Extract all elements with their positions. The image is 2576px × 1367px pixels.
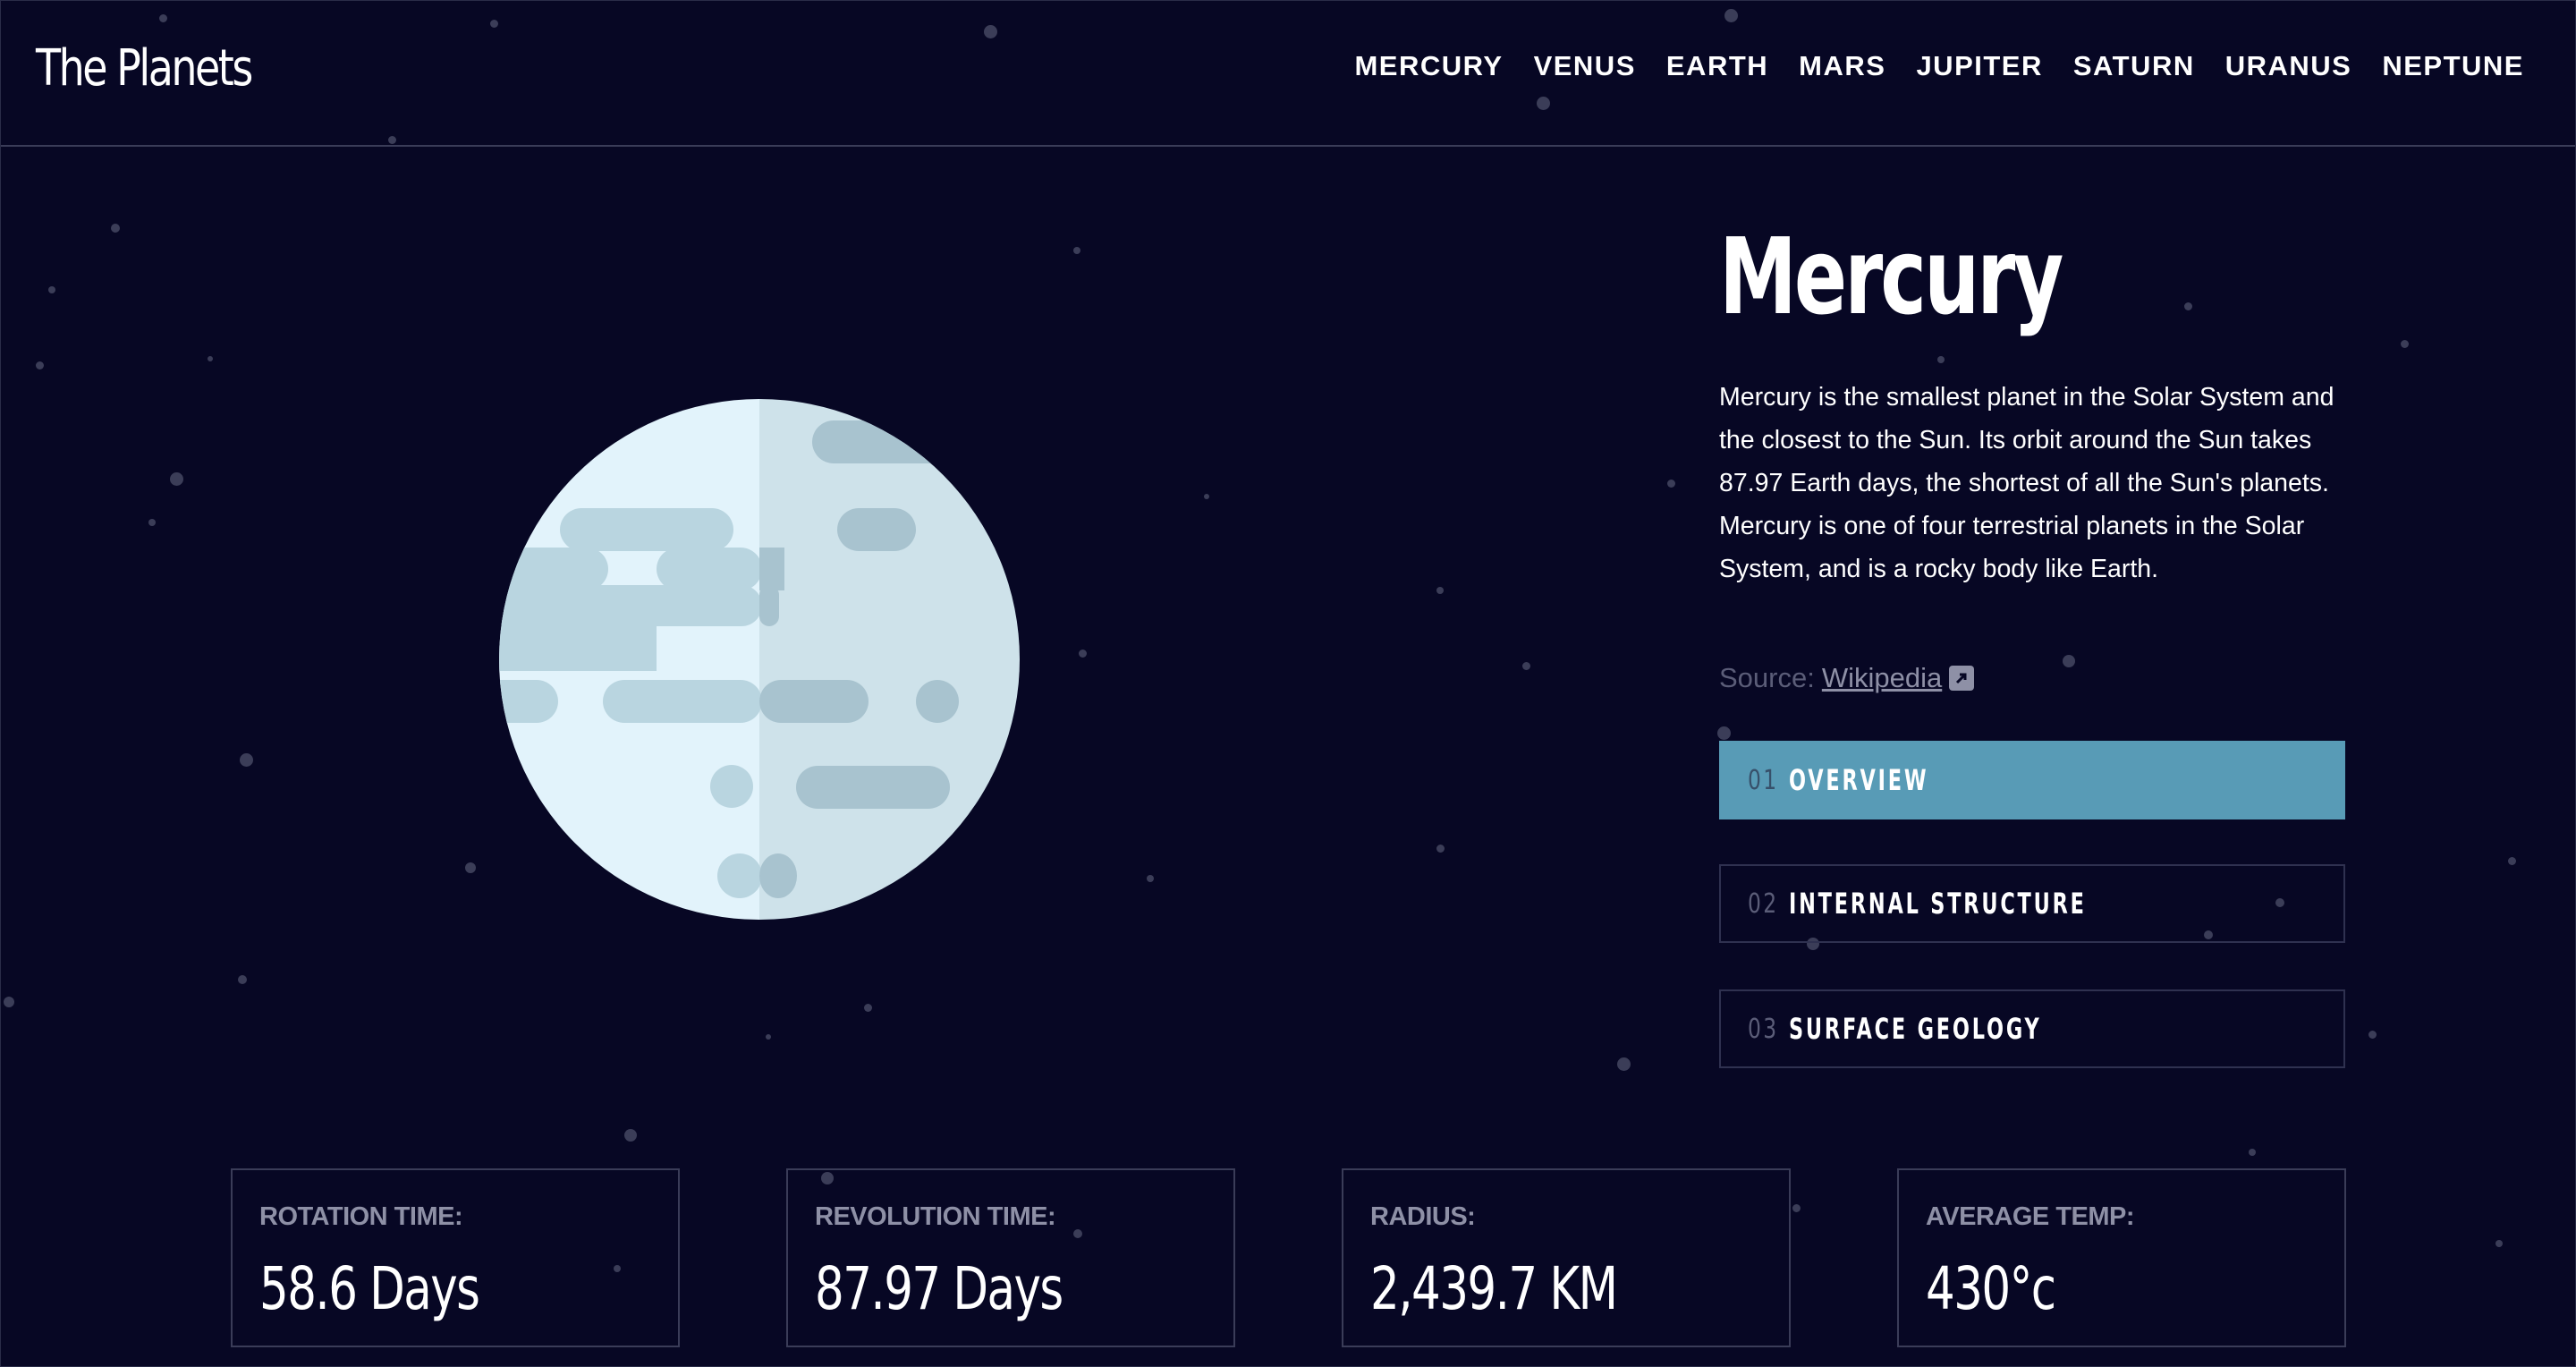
tab-number: 02 <box>1748 887 1779 920</box>
tab-surface-geology[interactable]: 03 SURFACE GEOLOGY <box>1719 989 2345 1068</box>
stat-label: REVOLUTION TIME: <box>815 1202 1056 1231</box>
nav-item-jupiter[interactable]: JUPITER <box>1916 50 2042 82</box>
stat-radius: RADIUS: 2,439.7 KM <box>1342 1168 1791 1347</box>
nav-item-earth[interactable]: EARTH <box>1666 50 1768 82</box>
stat-value: 87.97 Days <box>815 1254 1063 1323</box>
tab-internal-structure[interactable]: 02 INTERNAL STRUCTURE <box>1719 864 2345 943</box>
stat-label: AVERAGE TEMP: <box>1926 1202 2135 1231</box>
nav-item-uranus[interactable]: URANUS <box>2225 50 2352 82</box>
stat-average-temp: AVERAGE TEMP: 430°c <box>1897 1168 2346 1347</box>
tab-label: INTERNAL STRUCTURE <box>1789 887 2087 921</box>
nav-item-mercury[interactable]: MERCURY <box>1354 50 1503 82</box>
nav-item-saturn[interactable]: SATURN <box>2073 50 2195 82</box>
stat-value: 430°c <box>1926 1254 2056 1323</box>
stat-value: 2,439.7 KM <box>1370 1254 1618 1323</box>
stat-revolution-time: REVOLUTION TIME: 87.97 Days <box>786 1168 1235 1347</box>
tab-label: OVERVIEW <box>1789 763 1929 797</box>
nav-item-venus[interactable]: VENUS <box>1534 50 1636 82</box>
planet-title: Mercury <box>1719 215 2063 338</box>
planet-nav: MERCURY VENUS EARTH MARS JUPITER SATURN … <box>1354 50 2524 82</box>
site-header: The Planets MERCURY VENUS EARTH MARS JUP… <box>0 0 2576 147</box>
tab-overview[interactable]: 01 OVERVIEW <box>1719 741 2345 819</box>
tab-number: 03 <box>1748 1013 1779 1045</box>
planet-description: Mercury is the smallest planet in the So… <box>1719 383 2334 583</box>
starfield-background <box>0 0 2576 1367</box>
stat-label: RADIUS: <box>1370 1202 1476 1231</box>
planet-mercury-illustration <box>499 399 1020 920</box>
wikipedia-link[interactable]: Wikipedia <box>1822 662 1942 694</box>
nav-item-mars[interactable]: MARS <box>1799 50 1885 82</box>
stat-label: ROTATION TIME: <box>259 1202 463 1231</box>
external-link-icon[interactable] <box>1949 666 1975 691</box>
source-line: Source: Wikipedia <box>1719 662 1975 694</box>
app-logo[interactable]: The Planets <box>36 39 253 98</box>
stat-value: 58.6 Days <box>259 1254 480 1323</box>
stat-rotation-time: ROTATION TIME: 58.6 Days <box>231 1168 680 1347</box>
nav-item-neptune[interactable]: NEPTUNE <box>2382 50 2524 82</box>
tab-label: SURFACE GEOLOGY <box>1789 1012 2042 1046</box>
source-label: Source: <box>1719 662 1815 693</box>
tab-number: 01 <box>1748 764 1779 796</box>
planet-info: Mercury Mercury is the smallest planet i… <box>1719 215 2345 693</box>
